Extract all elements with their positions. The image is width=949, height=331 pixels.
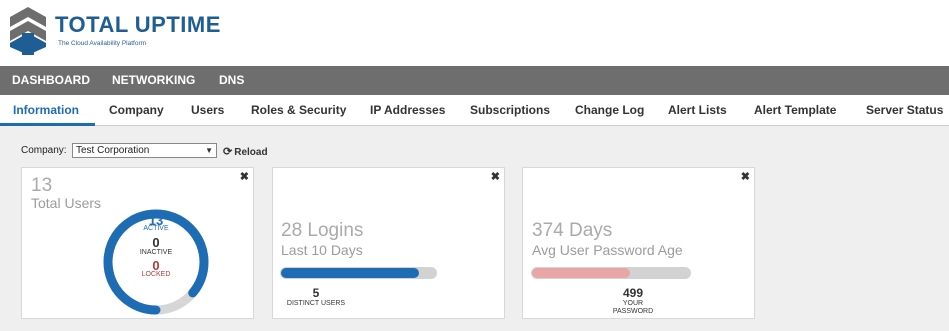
- locked-users-label-wrap: LOCKED: [101, 271, 211, 278]
- close-icon[interactable]: ✖: [240, 170, 249, 183]
- nav-networking[interactable]: NETWORKING: [112, 73, 195, 87]
- inactive-users-label: INACTIVE: [139, 249, 173, 256]
- close-icon[interactable]: ✖: [491, 170, 500, 183]
- primary-nav: DASHBOARD NETWORKING DNS: [0, 66, 949, 95]
- total-uptime-logo-icon: [10, 7, 46, 55]
- logins-card: ✖ 28 Logins Last 10 Days 5 DISTINCT USER…: [272, 167, 505, 319]
- refresh-icon: ⟳: [223, 146, 233, 158]
- your-password-stat: 499 YOUR PASSWORD: [603, 286, 663, 316]
- tab-server-status[interactable]: Server Status: [866, 103, 943, 117]
- active-users-label: ACTIVE: [143, 225, 169, 232]
- active-tab-indicator: [0, 123, 95, 126]
- password-bar-track: [531, 267, 691, 279]
- brand-title-word2: UPTIME: [134, 12, 221, 37]
- app-header: TOTAL UPTIME The Cloud Availability Platf…: [0, 0, 949, 66]
- total-users-count: 13: [31, 175, 53, 196]
- nav-dns[interactable]: DNS: [219, 73, 244, 87]
- active-users-label-wrap: ACTIVE: [101, 225, 211, 232]
- company-select[interactable]: Test Corporation ▼: [72, 143, 217, 158]
- secondary-tabs: Information Company Users Roles & Securi…: [0, 95, 949, 126]
- company-select-value: Test Corporation: [76, 145, 150, 156]
- company-label: Company:: [21, 145, 67, 156]
- inactive-users-count: 0: [152, 235, 160, 250]
- inactive-users-label-wrap: INACTIVE: [101, 249, 211, 256]
- close-icon[interactable]: ✖: [741, 170, 750, 183]
- distinct-users-stat: 5 DISTINCT USERS: [281, 286, 351, 308]
- reload-button[interactable]: ⟳ Reload: [223, 145, 268, 158]
- tab-users[interactable]: Users: [191, 103, 224, 117]
- your-password-value: 499: [622, 286, 644, 300]
- tab-subscriptions[interactable]: Subscriptions: [470, 103, 550, 117]
- tab-roles-security[interactable]: Roles & Security: [251, 103, 346, 117]
- distinct-users-label: DISTINCT USERS: [286, 300, 346, 307]
- tab-change-log[interactable]: Change Log: [575, 103, 644, 117]
- brand-title-word1: TOTAL: [55, 12, 129, 37]
- tab-company[interactable]: Company: [109, 103, 164, 117]
- tab-ip-addresses[interactable]: IP Addresses: [370, 103, 445, 117]
- tab-alert-lists[interactable]: Alert Lists: [668, 103, 727, 117]
- total-users-card: ✖ 13 Total Users 13 ACTIVE 0 INACTIVE 0 …: [21, 167, 254, 319]
- logins-bar-track: [280, 267, 437, 279]
- locked-users-label: LOCKED: [141, 271, 171, 278]
- your-password-label-1: YOUR: [622, 300, 644, 307]
- reload-label: Reload: [234, 147, 268, 158]
- tab-alert-template[interactable]: Alert Template: [754, 103, 836, 117]
- password-age-days: 374 Days: [532, 220, 613, 241]
- distinct-users-count: 5: [312, 286, 320, 300]
- password-age-card: ✖ 374 Days Avg User Password Age 499 YOU…: [522, 167, 755, 319]
- password-age-label: Avg User Password Age: [532, 242, 683, 258]
- brand-tagline: The Cloud Availability Platform: [58, 40, 147, 47]
- logins-count: 28 Logins: [281, 220, 364, 241]
- chevron-down-icon: ▼: [205, 146, 213, 155]
- total-users-label: Total Users: [31, 195, 102, 211]
- password-bar-fill: [532, 268, 630, 278]
- nav-dashboard[interactable]: DASHBOARD: [12, 73, 90, 87]
- logins-period: Last 10 Days: [281, 242, 363, 258]
- tab-information[interactable]: Information: [13, 103, 79, 117]
- brand-title: TOTAL UPTIME: [55, 12, 221, 38]
- inactive-users-group: 0: [101, 235, 211, 250]
- logins-bar-fill: [281, 268, 419, 278]
- your-password-label-2: PASSWORD: [612, 308, 654, 315]
